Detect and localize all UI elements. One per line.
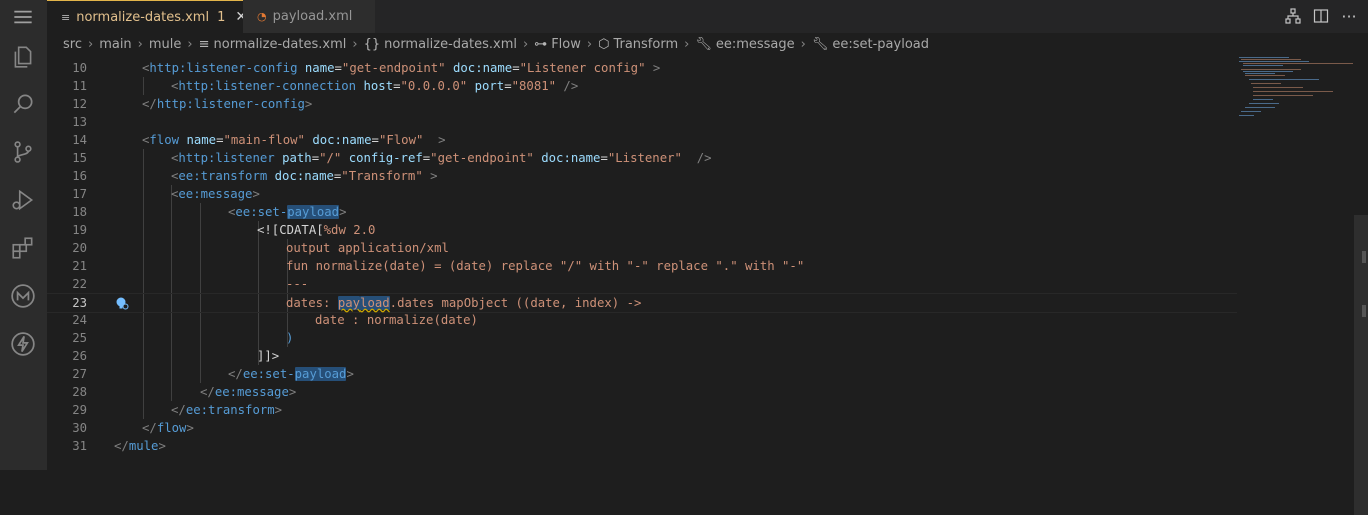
code-line: 27 </ee:set-payload> (72, 367, 354, 381)
breadcrumb-item[interactable]: Flow (551, 37, 581, 52)
minimap[interactable] (1237, 55, 1357, 125)
explorer-icon[interactable] (8, 42, 38, 72)
lightning-icon[interactable] (8, 329, 38, 359)
breadcrumb-item[interactable]: main (99, 37, 131, 52)
code-line: 28 </ee:message> (72, 385, 297, 399)
vertical-scrollbar[interactable] (1354, 55, 1368, 515)
breadcrumb-item[interactable]: normalize-dates.xml (384, 37, 517, 52)
run-debug-icon[interactable] (8, 185, 38, 215)
editor-actions: ··· (1284, 6, 1358, 26)
lines-icon: ≡ (61, 10, 71, 24)
split-editor-icon[interactable] (1312, 6, 1330, 26)
code-line: 11 <http:listener-connection host="0.0.0.… (72, 79, 579, 93)
file-lines-icon: ≡ (198, 36, 210, 52)
chevron-right-icon: › (800, 36, 806, 52)
code-editor[interactable]: 10 <http:listener-config name="get-endpoi… (47, 59, 1368, 470)
code-line: 25) (72, 331, 294, 345)
breadcrumb-item[interactable]: src (63, 37, 82, 52)
chevron-right-icon: › (352, 36, 358, 52)
code-line: 31 </mule> (72, 439, 166, 453)
chevron-right-icon: › (684, 36, 690, 52)
code-line: 26]]> (72, 349, 280, 363)
code-line: 13 (72, 115, 87, 129)
code-line: 17 <ee:message> (72, 187, 260, 201)
code-line: 22 --- (72, 277, 309, 291)
search-icon[interactable] (8, 89, 38, 119)
source-control-icon[interactable] (8, 137, 38, 167)
breadcrumb-item[interactable]: normalize-dates.xml (214, 37, 347, 52)
flow-icon: ⊶ (534, 36, 548, 52)
extensions-icon[interactable] (8, 233, 38, 263)
code-line-current: 23 dates: payload.dates mapObject ((date,… (47, 293, 1237, 313)
editor-area: ≡ normalize-dates.xml 1 ✕ ◔ payload.xml … (47, 0, 1368, 515)
braces-icon: {} (363, 36, 381, 52)
chevron-right-icon: › (187, 36, 193, 52)
breadcrumb-item[interactable]: Transform (613, 37, 678, 52)
chevron-right-icon: › (87, 36, 94, 52)
breadcrumb-item[interactable]: mule (149, 37, 182, 52)
cube-icon: ⬡ (598, 36, 610, 52)
code-line: 21 fun normalize(date) = (date) replace "… (72, 259, 805, 273)
code-line: 16 <ee:transform doc:name="Transform" > (72, 169, 438, 183)
code-line: 20 output application/xml (72, 241, 449, 255)
hierarchy-icon[interactable] (1284, 6, 1302, 26)
tab-normalize-dates[interactable]: ≡ normalize-dates.xml 1 ✕ (47, 0, 247, 33)
breadcrumb: src › main › mule › ≡ normalize-dates.xml › {… (47, 33, 1368, 55)
chevron-right-icon: › (137, 36, 143, 52)
code-line: 29 </ee:transform> (72, 403, 283, 417)
overview-ruler-mark (1362, 305, 1366, 317)
rss-icon: ◔ (257, 10, 267, 23)
code-line: 15 <http:listener path="/" config-ref="ge… (72, 151, 712, 165)
tab-bar: ≡ normalize-dates.xml 1 ✕ ◔ payload.xml … (47, 0, 1368, 33)
code-line: 24 date : normalize(date) (72, 313, 478, 327)
code-line: 14 <flow name="main-flow" doc:name="Flow"… (72, 133, 446, 147)
chevron-right-icon: › (523, 36, 529, 52)
overview-ruler-mark (1362, 251, 1366, 263)
menu-icon[interactable] (8, 2, 38, 32)
code-line: 12 </http:listener-config> (72, 97, 313, 111)
mulesoft-icon[interactable] (8, 281, 38, 311)
code-line: 19 <![CDATA[%dw 2.0 (72, 223, 376, 237)
code-line: 30 </flow> (72, 421, 194, 435)
code-line: 10 <http:listener-config name="get-endpoi… (72, 61, 661, 75)
activity-bar (0, 0, 47, 470)
chevron-right-icon: › (586, 36, 593, 52)
wrench-icon: 🔧︎ (695, 36, 712, 52)
breadcrumb-item[interactable]: ee:message (716, 37, 795, 52)
code-line: 18 <ee:set-payload> (72, 205, 347, 219)
breadcrumb-item[interactable]: ee:set-payload (832, 37, 929, 52)
more-actions-icon[interactable]: ··· (1340, 6, 1358, 26)
tab-payload[interactable]: ◔ payload.xml (243, 0, 375, 33)
wrench-icon: 🔧︎ (811, 36, 829, 52)
